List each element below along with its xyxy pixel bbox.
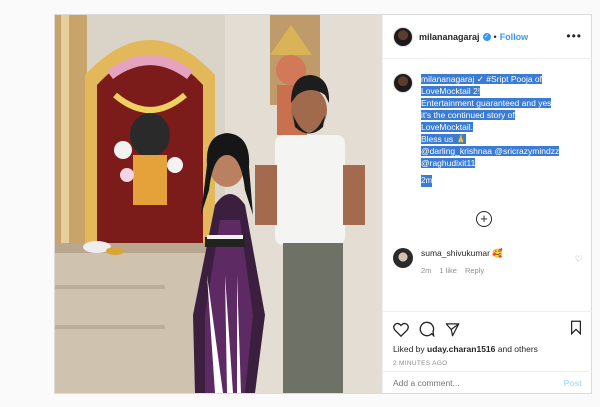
caption-line: LoveMocktail.	[421, 122, 473, 132]
caption-line: Bless us 🙏	[421, 134, 467, 144]
author-avatar[interactable]	[393, 26, 413, 47]
bookmark-icon[interactable]	[570, 320, 582, 335]
more-options-icon[interactable]: •••	[566, 29, 582, 43]
plus-circle-icon[interactable]: +	[476, 211, 492, 227]
comment-time[interactable]: 2m	[421, 266, 431, 275]
caption-timestamp[interactable]: 2m	[421, 175, 433, 187]
post-actions: Liked by uday.charan1516 and others 2 MI…	[383, 311, 592, 367]
comment-reply-button[interactable]: Reply	[465, 266, 484, 275]
liked-by-suffix[interactable]: and others	[495, 344, 538, 354]
follow-button[interactable]: Follow	[500, 32, 529, 42]
verified-badge-icon: ✓	[482, 32, 491, 41]
liked-by-prefix: Liked by	[393, 344, 428, 354]
caption-verified-icon: ✓	[474, 74, 487, 84]
instagram-post: milananagaraj ✓ • Follow ••• milananagar…	[54, 14, 592, 394]
liked-by-user[interactable]: uday.charan1516	[427, 344, 495, 354]
header-separator: •	[493, 31, 497, 42]
caption-author-avatar[interactable]	[393, 73, 413, 93]
caption-username[interactable]: milananagaraj	[421, 74, 475, 84]
post-photo-image	[55, 15, 382, 393]
author-username[interactable]: milananagaraj	[419, 32, 480, 42]
comment-item: suma_shivukumar 🥰 2m 1 like Reply	[393, 248, 583, 275]
add-comment-input[interactable]	[393, 377, 543, 388]
commenter-username[interactable]: suma_shivukumar	[421, 248, 490, 258]
post-timestamp[interactable]: 2 MINUTES AGO	[393, 360, 582, 367]
comment-likes[interactable]: 1 like	[439, 266, 457, 275]
post-comment-button[interactable]: Post	[564, 378, 582, 388]
liked-by-text: Liked by uday.charan1516 and others	[393, 344, 582, 354]
caption-line: Entertainment guaranteed and yes	[421, 98, 552, 108]
comment-like-heart-icon[interactable]: ♡	[575, 254, 583, 265]
post-header: milananagaraj ✓ • Follow •••	[383, 15, 592, 59]
caption-line: it's the continued story of	[421, 110, 515, 120]
comment-bubble-icon[interactable]	[419, 321, 435, 337]
page-background: milananagaraj ✓ • Follow ••• milananagar…	[0, 0, 600, 407]
commenter-avatar[interactable]	[393, 248, 413, 268]
post-photo[interactable]	[55, 15, 382, 393]
share-send-icon[interactable]	[445, 322, 460, 337]
caption-line[interactable]: #Sript Pooja of	[486, 74, 543, 84]
caption-line: LoveMocktail 2!	[421, 86, 481, 96]
comment-body: suma_shivukumar 🥰 2m 1 like Reply	[421, 248, 503, 275]
post-caption: milananagaraj ✓ #Sript Pooja of LoveMock…	[393, 73, 583, 187]
caption-mention[interactable]: @raghudixit11	[421, 158, 476, 168]
add-comment-bar: Post	[383, 371, 592, 393]
comment-emoji: 🥰	[492, 248, 503, 258]
like-heart-icon[interactable]	[393, 322, 409, 337]
post-side-panel: milananagaraj ✓ • Follow ••• milananagar…	[382, 15, 592, 393]
comment-meta: 2m 1 like Reply	[421, 266, 503, 275]
caption-mention[interactable]: @darling_krishnaa @sricrazymindzz	[421, 146, 560, 156]
caption-text: milananagaraj ✓ #Sript Pooja of LoveMock…	[421, 73, 560, 187]
